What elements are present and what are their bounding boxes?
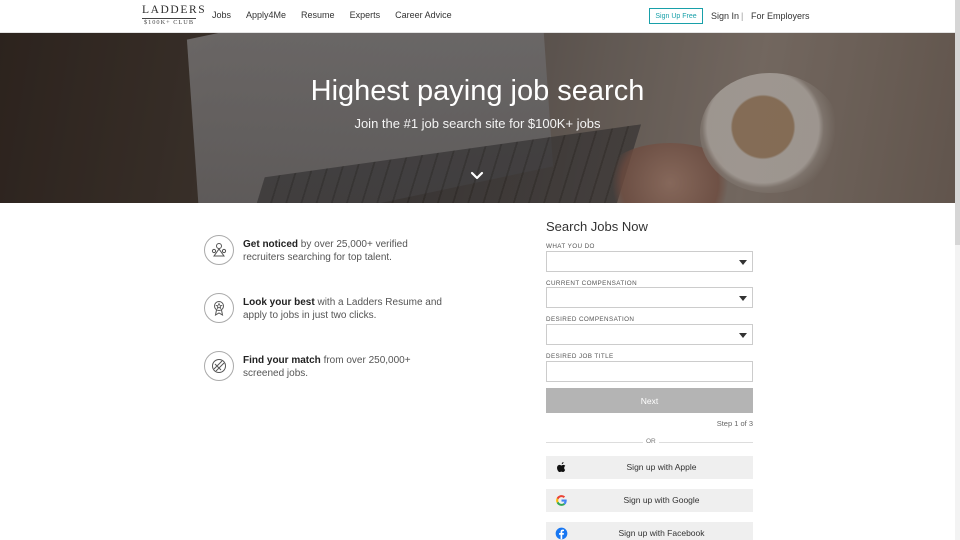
desired-job-title-input[interactable] [546,361,753,382]
caret-down-icon [739,296,747,301]
nav-resume[interactable]: Resume [301,10,335,20]
logo-sub-text: $100K+ CLUB [142,18,196,26]
what-you-do-label: WHAT YOU DO [546,243,595,250]
feature-text: Look your best with a Ladders Resume and… [243,296,443,322]
sign-up-google-button[interactable]: Sign up with Google [546,489,753,512]
feature-bold: Look your best [243,297,315,308]
or-label: OR [643,438,659,445]
sign-up-apple-label: Sign up with Apple [626,462,697,472]
caret-down-icon [739,260,747,265]
current-compensation-select[interactable] [546,287,753,308]
step-indicator: Step 1 of 3 [716,419,753,428]
hero-banner: Highest paying job search Join the #1 jo… [0,33,955,203]
chevron-down-icon[interactable] [470,171,484,181]
feature-text: Get noticed by over 25,000+ verified rec… [243,238,443,264]
nav-career-advice[interactable]: Career Advice [395,10,452,20]
feature-look-your-best: Look your best with a Ladders Resume and… [204,293,444,325]
sign-up-google-label: Sign up with Google [623,495,700,505]
next-button[interactable]: Next [546,388,753,413]
feature-get-noticed: Get noticed by over 25,000+ verified rec… [204,235,444,267]
current-compensation-label: CURRENT COMPENSATION [546,280,638,287]
feature-bold: Get noticed [243,239,299,250]
nav-separator: | [741,11,744,21]
sign-up-apple-button[interactable]: Sign up with Apple [546,456,753,479]
feature-find-your-match: Find your match from over 250,000+ scree… [204,351,444,383]
target-match-icon [204,351,234,381]
page-scrollbar[interactable] [955,0,960,540]
award-ribbon-icon [204,293,234,323]
recruiter-icon [204,235,234,265]
facebook-icon [555,527,568,540]
form-title: Search Jobs Now [546,219,648,234]
scrollbar-thumb[interactable] [955,0,960,245]
for-employers-link[interactable]: For Employers [751,11,810,21]
main-nav: Jobs Apply4Me Resume Experts Career Advi… [212,10,467,20]
nav-apply4me[interactable]: Apply4Me [246,10,286,20]
apple-icon [557,462,566,473]
desired-compensation-select[interactable] [546,324,753,345]
sign-in-link[interactable]: Sign In [711,11,739,21]
sign-up-free-button[interactable]: Sign Up Free [649,8,703,24]
sign-up-facebook-button[interactable]: Sign up with Facebook [546,522,753,540]
feature-bold: Find your match [243,355,321,366]
what-you-do-select[interactable] [546,251,753,272]
desired-compensation-label: DESIRED COMPENSATION [546,316,635,323]
desired-job-title-label: DESIRED JOB TITLE [546,353,614,360]
google-icon [556,495,567,506]
feature-text: Find your match from over 250,000+ scree… [243,354,443,380]
sign-up-facebook-label: Sign up with Facebook [618,528,705,538]
hero-subtitle: Join the #1 job search site for $100K+ j… [354,116,601,131]
site-header: LADDERS $100K+ CLUB Jobs Apply4Me Resume… [0,0,955,33]
ladders-logo[interactable]: LADDERS $100K+ CLUB [142,4,207,28]
caret-down-icon [739,333,747,338]
nav-experts[interactable]: Experts [350,10,381,20]
nav-jobs[interactable]: Jobs [212,10,231,20]
logo-main-text: LADDERS [142,4,207,16]
hero-title: Highest paying job search [310,75,645,107]
